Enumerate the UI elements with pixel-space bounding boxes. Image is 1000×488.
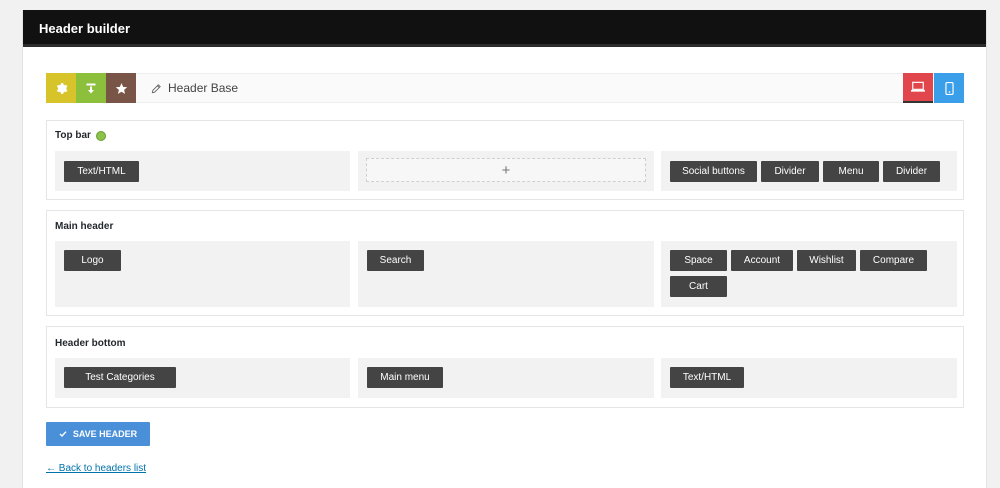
logo-element[interactable]: Logo xyxy=(64,250,121,271)
main-header-title-text: Main header xyxy=(55,221,114,232)
import-button[interactable] xyxy=(76,73,106,103)
builder-toolbar: Header Base xyxy=(46,73,964,103)
header-bottom-left-zone: Test Categories xyxy=(55,358,350,398)
text-html-element[interactable]: Text/HTML xyxy=(670,367,744,388)
top-bar-title: Top bar xyxy=(55,130,106,141)
desktop-view-button[interactable] xyxy=(903,73,933,103)
star-icon xyxy=(115,82,127,94)
compare-element[interactable]: Compare xyxy=(860,250,927,271)
wishlist-element[interactable]: Wishlist xyxy=(797,250,856,271)
test-categories-element[interactable]: Test Categories xyxy=(64,367,176,388)
account-element[interactable]: Account xyxy=(731,250,793,271)
save-header-button[interactable]: SAVE HEADER xyxy=(46,422,150,446)
window-title: Header builder xyxy=(23,10,986,47)
plus-icon: + xyxy=(501,161,511,179)
header-name: Header Base xyxy=(151,74,238,102)
gear-icon xyxy=(56,82,67,94)
top-bar-section: Top bar Text/HTML + Social buttons Divid… xyxy=(46,120,964,200)
main-header-right-zone: Space Account Wishlist Compare Cart xyxy=(661,241,957,307)
divider-element[interactable]: Divider xyxy=(761,161,819,182)
social-buttons-element[interactable]: Social buttons xyxy=(670,161,757,182)
top-bar-right-zone: Social buttons Divider Menu Divider xyxy=(661,151,957,191)
header-name-label: Header Base xyxy=(168,81,239,95)
settings-button[interactable] xyxy=(46,73,76,103)
top-bar-left-zone: Text/HTML xyxy=(55,151,350,191)
status-dot-icon xyxy=(95,130,106,141)
mobile-view-button[interactable] xyxy=(934,73,964,103)
divider-element[interactable]: Divider xyxy=(883,161,940,182)
header-bottom-section: Header bottom Test Categories Main menu … xyxy=(46,326,964,408)
import-icon xyxy=(86,83,96,93)
favorite-button[interactable] xyxy=(106,73,136,103)
header-bottom-center-zone: Main menu xyxy=(358,358,654,398)
main-menu-element[interactable]: Main menu xyxy=(367,367,443,388)
desktop-icon xyxy=(911,81,925,92)
header-bottom-title-text: Header bottom xyxy=(55,338,126,349)
cart-element[interactable]: Cart xyxy=(670,276,727,297)
menu-element[interactable]: Menu xyxy=(823,161,879,182)
main-header-center-zone: Search xyxy=(358,241,654,307)
pencil-icon xyxy=(151,83,161,93)
header-bottom-right-zone: Text/HTML xyxy=(661,358,957,398)
mobile-icon xyxy=(944,81,954,95)
add-element-button[interactable]: + xyxy=(366,158,646,182)
header-bottom-title: Header bottom xyxy=(55,338,126,349)
checkmark-icon xyxy=(59,431,67,437)
top-bar-title-text: Top bar xyxy=(55,130,91,141)
search-element[interactable]: Search xyxy=(367,250,424,271)
main-header-section: Main header Logo Search Space Account Wi… xyxy=(46,210,964,316)
back-to-headers-link[interactable]: ← Back to headers list xyxy=(46,463,146,474)
header-builder-panel: Header builder Header Base Top bar Text/… xyxy=(22,10,987,488)
space-element[interactable]: Space xyxy=(670,250,727,271)
main-header-left-zone: Logo xyxy=(55,241,350,307)
top-bar-center-zone: + xyxy=(358,151,654,191)
save-header-label: SAVE HEADER xyxy=(72,429,138,439)
top-bar-text-html-element[interactable]: Text/HTML xyxy=(64,161,139,182)
main-header-title: Main header xyxy=(55,221,113,232)
